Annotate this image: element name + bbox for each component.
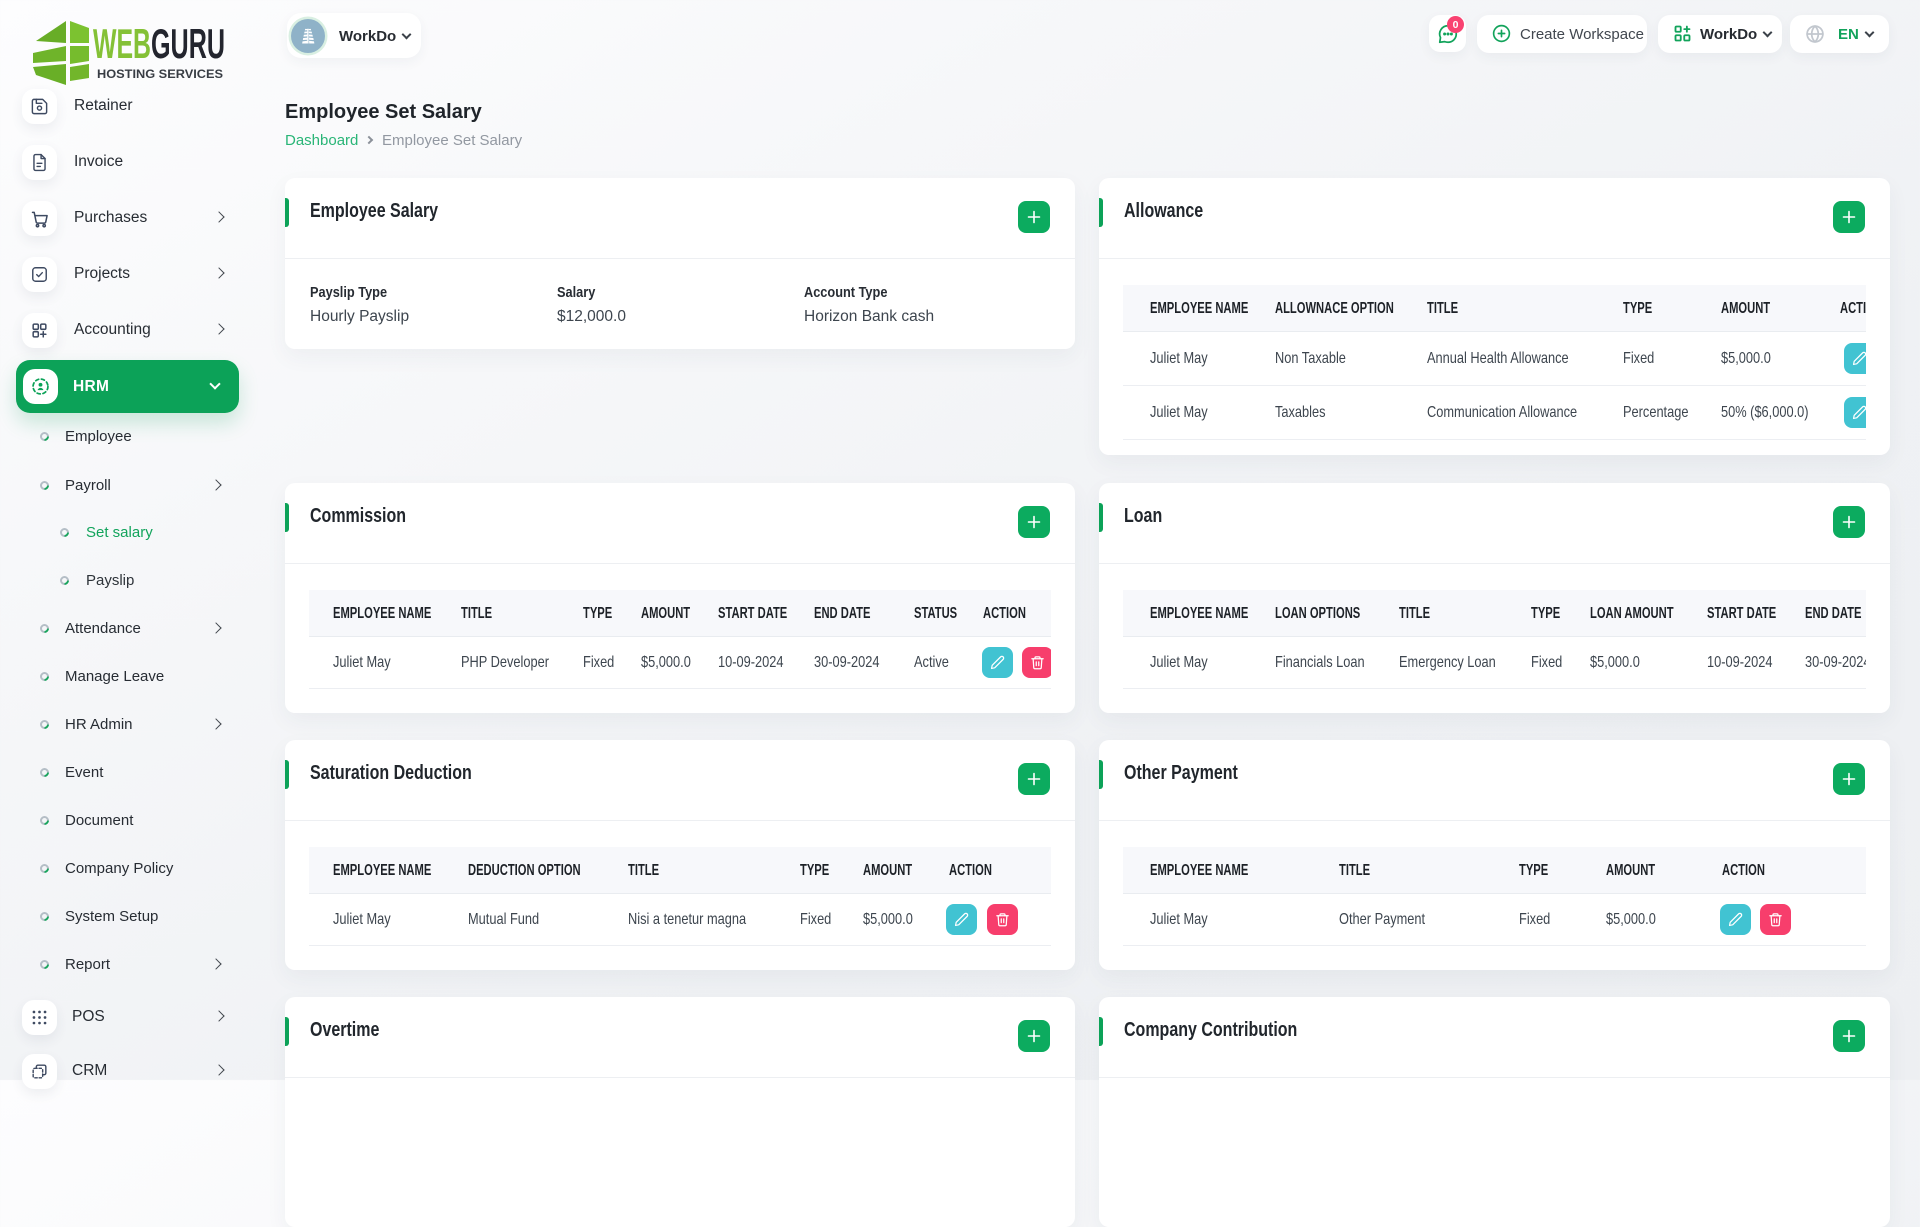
svg-text:GURU: GURU bbox=[151, 20, 225, 67]
svg-text:HOSTING SERVICES: HOSTING SERVICES bbox=[97, 69, 223, 81]
svg-text:WEB: WEB bbox=[93, 20, 151, 67]
